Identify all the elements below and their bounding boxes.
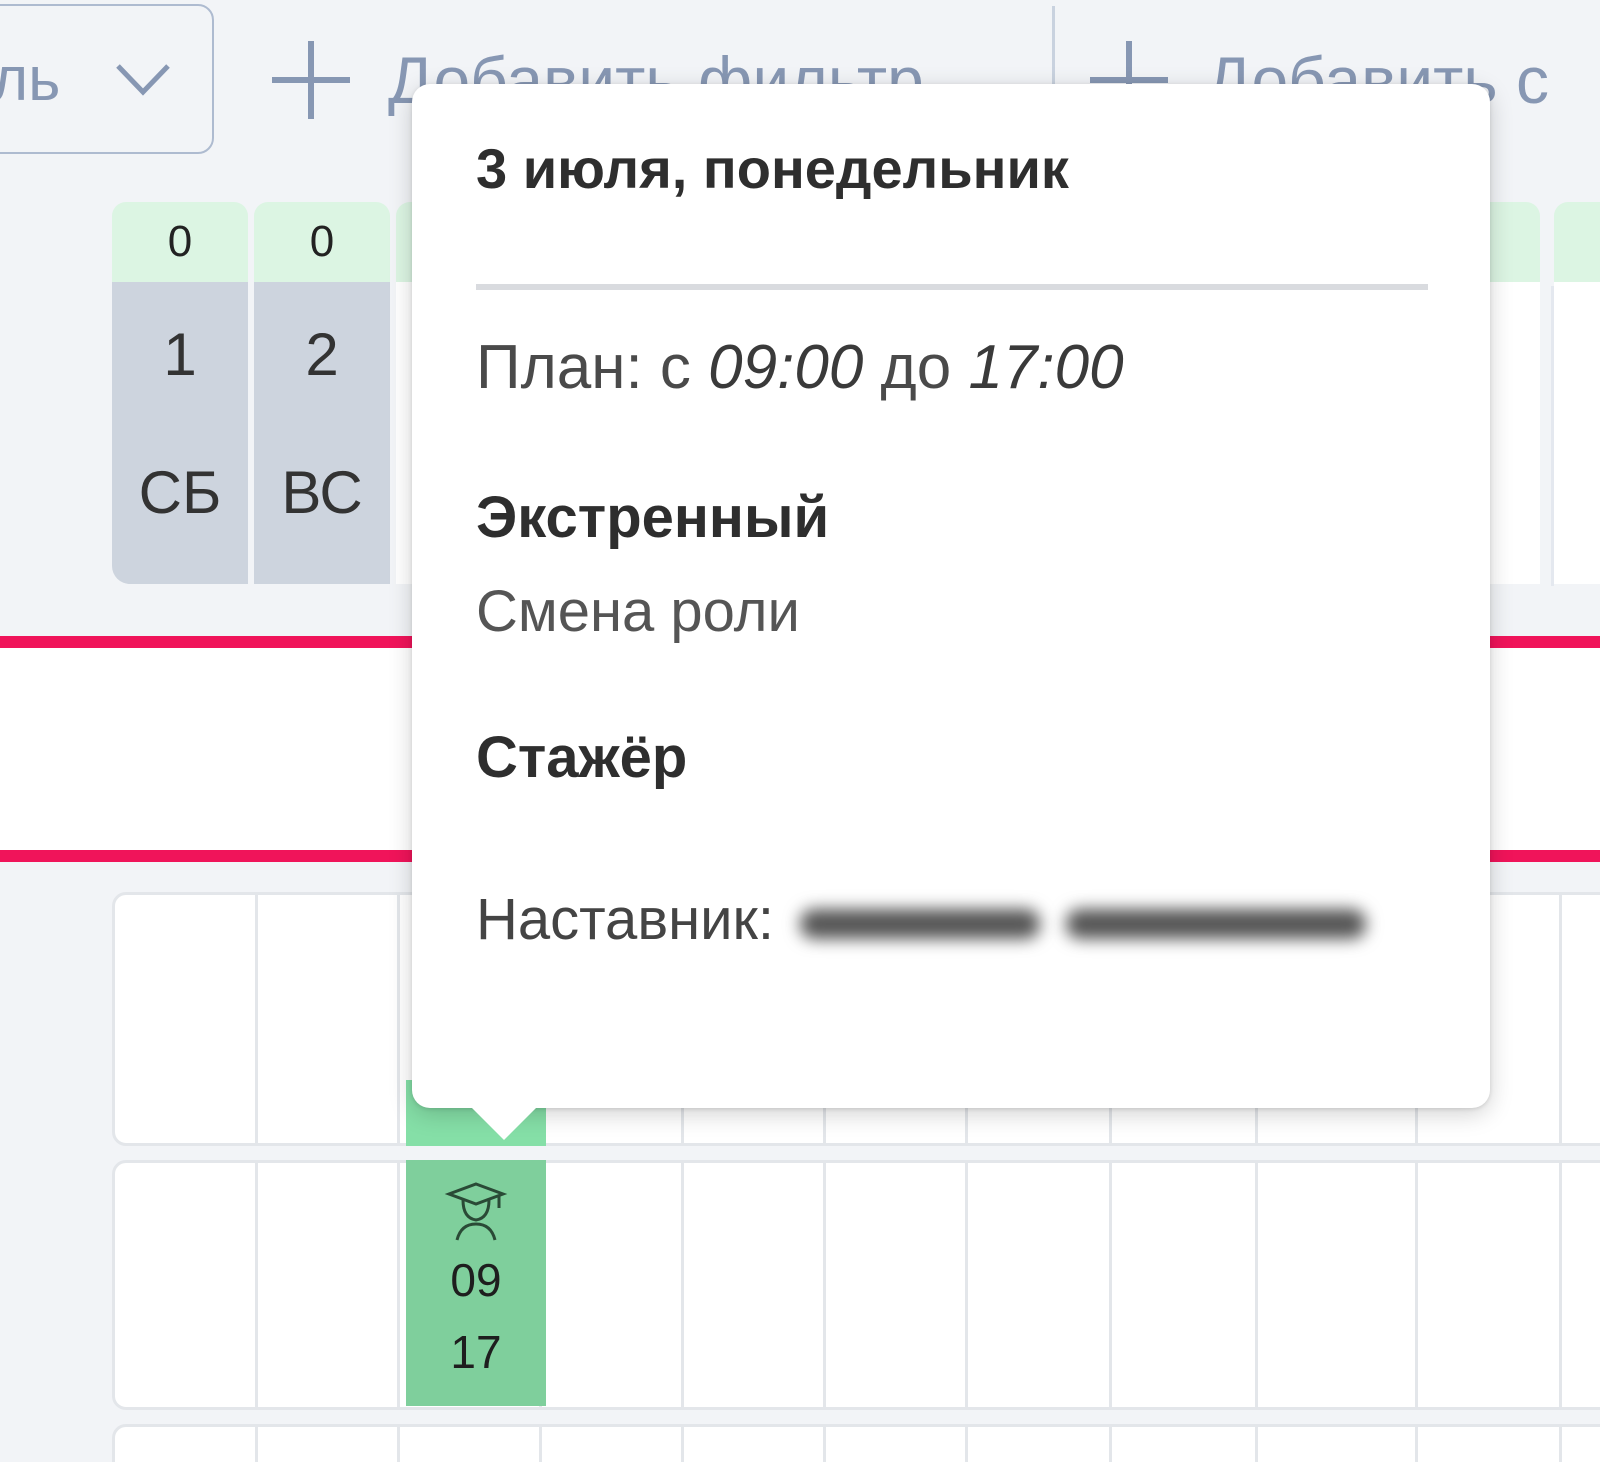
tooltip-role: Стажёр — [476, 725, 688, 790]
shift-cell[interactable]: 09 17 — [406, 1160, 546, 1406]
day-number: 1 — [1554, 282, 1600, 430]
day-weekday: В — [1554, 430, 1600, 527]
tooltip-date: 3 июля, понедельник — [476, 137, 1069, 200]
mentor-label: Наставник: — [476, 887, 775, 952]
day-number: 2 — [305, 321, 339, 388]
tooltip-arrow — [470, 1106, 538, 1140]
role-select-value: ль — [0, 45, 61, 114]
day-weekday: СБ — [138, 459, 222, 526]
day-body: 2 ВС — [254, 282, 390, 584]
plan-from: 09:00 — [708, 333, 864, 402]
shift-tooltip: 3 июля, понедельник План: с 09:00 до 17:… — [412, 84, 1490, 1108]
day-header-1[interactable]: 0 1 СБ — [112, 202, 248, 584]
chevron-down-icon — [116, 64, 170, 96]
schedule-row — [112, 1424, 1600, 1462]
day-count: 0 — [254, 202, 390, 282]
tooltip-mentor: Наставник: — [476, 886, 1367, 953]
day-body: 1 В — [1554, 282, 1600, 584]
day-separator — [1551, 286, 1554, 586]
plan-mid: до — [880, 333, 952, 402]
day-header-right-2[interactable]: 1 В — [1554, 202, 1600, 584]
tooltip-divider — [476, 284, 1428, 290]
shift-end: 17 — [450, 1326, 502, 1378]
tooltip-shift-type: Экстренный — [476, 485, 830, 550]
plan-prefix: План: с — [476, 333, 691, 402]
schedule-row — [112, 1160, 1600, 1410]
day-count — [1554, 202, 1600, 282]
day-header-2[interactable]: 0 2 ВС — [254, 202, 390, 584]
mentor-surname-redacted — [1066, 908, 1367, 939]
role-select[interactable]: ль — [0, 4, 214, 154]
tooltip-plan: План: с 09:00 до 17:00 — [476, 332, 1124, 403]
shift-start: 09 — [450, 1254, 502, 1306]
plan-to: 17:00 — [968, 333, 1124, 402]
tooltip-shift-reason: Смена роли — [476, 579, 800, 644]
toolbar-divider — [1052, 6, 1055, 96]
mentor-name-redacted — [800, 908, 1041, 939]
trainee-icon — [444, 1182, 508, 1241]
day-weekday: ВС — [281, 459, 363, 526]
day-number: 1 — [163, 321, 197, 388]
plus-icon — [272, 41, 350, 119]
day-count: 0 — [112, 202, 248, 282]
schedule-page: ль Добавить фильтр Добавить с 0 1 СБ 0 2… — [0, 0, 1600, 1462]
day-body: 1 СБ — [112, 282, 248, 584]
